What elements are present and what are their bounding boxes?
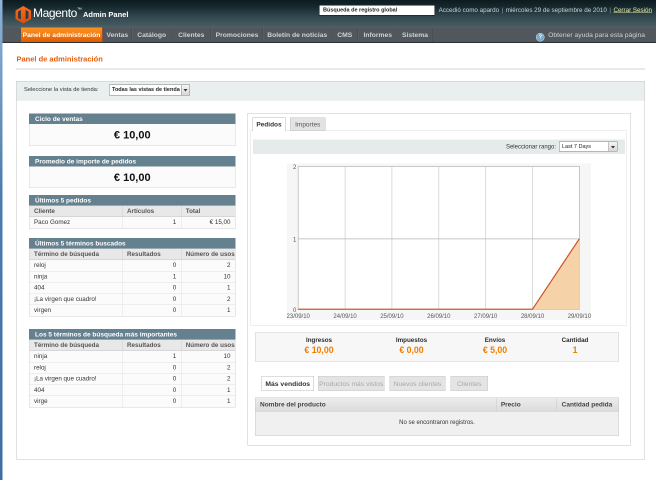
svg-text:25/09/10: 25/09/10 bbox=[380, 314, 404, 320]
svg-text:29/09/10: 29/09/10 bbox=[568, 314, 591, 320]
svg-text:27/09/10: 27/09/10 bbox=[474, 314, 498, 320]
svg-text:24/09/10: 24/09/10 bbox=[333, 314, 357, 320]
svg-text:23/09/10: 23/09/10 bbox=[287, 314, 311, 320]
svg-text:26/09/10: 26/09/10 bbox=[427, 314, 451, 320]
svg-text:28/09/10: 28/09/10 bbox=[521, 314, 545, 320]
